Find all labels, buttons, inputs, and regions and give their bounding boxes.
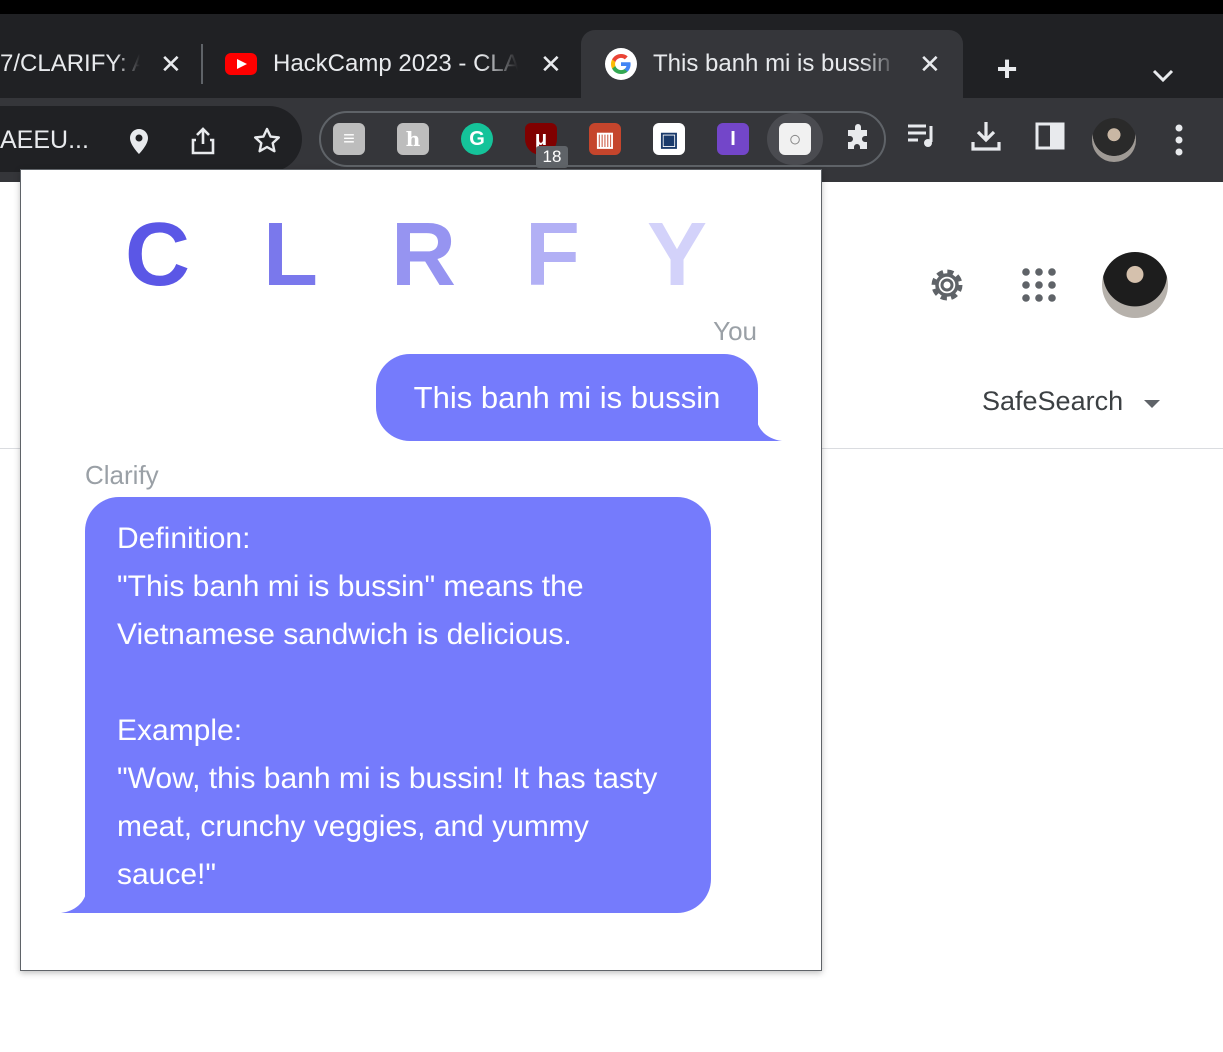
tab-hackcamp[interactable]: HackCamp 2023 - CLARIFY ✕ — [205, 30, 575, 98]
tab-title: This banh mi is bussin - Google Search — [653, 50, 898, 77]
clarify-logo: C L R F Y — [125, 210, 725, 300]
user-message-bubble: This banh mi is bussin — [376, 354, 758, 441]
chevron-down-icon[interactable] — [1148, 60, 1178, 90]
tab-title: 7/CLARIFY: A — [0, 50, 140, 77]
inkdrop-ext-icon[interactable]: I — [717, 123, 749, 155]
new-tab-button[interactable]: + — [990, 51, 1024, 88]
logo-letter: C — [125, 205, 190, 305]
apps-grid-icon[interactable] — [1020, 266, 1058, 304]
puzzle-icon[interactable] — [843, 123, 875, 155]
youtube-icon — [225, 53, 257, 75]
tab-clarify-repo[interactable]: 7/CLARIFY: A ✕ — [0, 30, 200, 98]
safesearch-dropdown[interactable]: SafeSearch — [982, 386, 1123, 417]
more-menu-icon[interactable] — [1172, 120, 1186, 160]
share-icon[interactable] — [188, 126, 218, 156]
cube-ext-icon[interactable]: ▣ — [653, 123, 685, 155]
google-account-avatar[interactable] — [1102, 252, 1168, 318]
logo-letter: R — [391, 205, 456, 305]
tab-strip: 7/CLARIFY: A ✕ HackCamp 2023 - CLARIFY ✕… — [0, 14, 1223, 98]
clarify-popup: C L R F Y You This banh mi is bussin Cla… — [20, 169, 822, 971]
close-tab-icon[interactable]: ✕ — [540, 51, 562, 77]
bubble-tail — [61, 889, 87, 913]
logo-letter: Y — [647, 205, 708, 305]
profile-avatar[interactable] — [1092, 118, 1136, 162]
extensions-group: ≡ h G μ ▥ ▣ I ◯ — [319, 111, 886, 167]
download-icon[interactable] — [968, 118, 1004, 154]
tab-separator — [201, 44, 203, 84]
close-tab-icon[interactable]: ✕ — [919, 51, 941, 77]
caret-down-icon[interactable] — [1144, 400, 1160, 408]
tab-google-search[interactable]: This banh mi is bussin - Google Search ✕ — [581, 30, 963, 98]
tab-title: HackCamp 2023 - CLARIFY — [273, 50, 518, 77]
media-queue-icon[interactable] — [904, 118, 940, 154]
sender-label-clarify: Clarify — [85, 460, 159, 490]
address-bar[interactable]: AEEU... — [0, 106, 302, 172]
location-pin-icon[interactable] — [124, 126, 154, 156]
hypothesis-ext-icon[interactable]: h — [397, 123, 429, 155]
close-tab-icon[interactable]: ✕ — [160, 51, 182, 77]
bookmark-star-icon[interactable] — [252, 126, 282, 156]
grammarly-ext-icon[interactable]: G — [461, 123, 493, 155]
logo-letter: L — [263, 205, 318, 305]
sender-label-you: You — [713, 316, 757, 346]
slides-ext-icon[interactable]: ≡ — [333, 123, 365, 155]
bubble-tail — [756, 417, 782, 441]
notion-ext-icon[interactable]: ▥ — [589, 123, 621, 155]
gear-icon[interactable] — [924, 262, 970, 308]
clarify-ext-icon[interactable]: ◯ — [779, 123, 811, 155]
bot-message-bubble: Definition: "This banh mi is bussin" mea… — [85, 497, 711, 913]
side-panel-icon[interactable] — [1032, 118, 1068, 154]
logo-letter: F — [525, 205, 580, 305]
extension-count-badge: 18 — [536, 146, 568, 168]
google-icon — [605, 48, 637, 80]
os-menubar — [0, 0, 1223, 14]
address-bar-text: AEEU... — [0, 126, 89, 154]
